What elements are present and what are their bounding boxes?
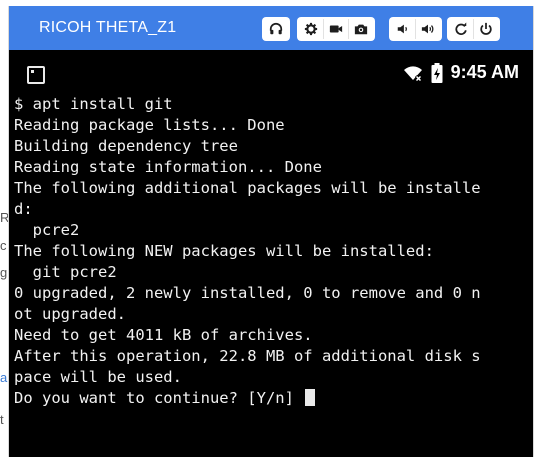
terminal-line: d:: [14, 200, 33, 218]
terminal-line: Building dependency tree: [14, 137, 238, 155]
status-bar: 9:45 AM: [9, 50, 533, 90]
terminal-line: 0 upgraded, 2 newly installed, 0 to remo…: [14, 284, 481, 302]
video-camera-icon: [329, 25, 343, 33]
rotate-button[interactable]: [449, 19, 473, 39]
camera-icon: [354, 24, 368, 35]
terminal-line: Need to get 4011 kB of archives.: [14, 326, 313, 344]
volume-up-button[interactable]: [415, 19, 440, 39]
terminal-line: git pcre2: [14, 263, 117, 281]
terminal-line: $ apt install git: [14, 95, 173, 113]
terminal-cursor: [305, 389, 316, 406]
device-button-group: [297, 17, 375, 41]
headphones-button[interactable]: [264, 19, 288, 39]
terminal-line: pace will be used.: [14, 368, 182, 386]
app-icon: [27, 66, 45, 84]
terminal-line: ot upgraded.: [14, 305, 126, 323]
terminal-prompt: Do you want to continue? [Y/n]: [14, 389, 304, 407]
background-text-fragment: R: [0, 210, 8, 225]
background-text-fragment: g: [0, 265, 8, 280]
screenshot-button[interactable]: [348, 19, 373, 39]
volume-down-button[interactable]: [391, 19, 415, 39]
wifi-off-icon: [403, 65, 422, 81]
terminal-line: After this operation, 22.8 MB of additio…: [14, 347, 481, 365]
power-button[interactable]: [473, 19, 498, 39]
background-text-fragment: c: [0, 238, 7, 253]
status-clock: 9:45 AM: [450, 62, 519, 82]
battery-charging-icon: [431, 62, 443, 83]
power-icon: [480, 22, 492, 35]
device-screen[interactable]: 9:45 AM $ apt install git Reading package…: [9, 50, 533, 457]
terminal-line: The following additional packages will b…: [14, 179, 481, 197]
audio-button-group: [262, 17, 290, 41]
terminal-line: pcre2: [14, 221, 80, 239]
gear-icon: [304, 22, 318, 36]
terminal-output[interactable]: $ apt install git Reading package lists..…: [14, 94, 529, 409]
record-video-button[interactable]: [323, 19, 348, 39]
volume-button-group: [389, 17, 442, 41]
background-text-fragment: t: [0, 412, 4, 427]
terminal-line: Reading package lists... Done: [14, 116, 285, 134]
volume-down-icon: [397, 24, 407, 34]
system-button-group: [447, 17, 500, 41]
volume-up-icon: [421, 24, 434, 34]
headphones-icon: [269, 22, 283, 35]
settings-button[interactable]: [299, 19, 323, 39]
terminal-line: Reading state information... Done: [14, 158, 322, 176]
terminal-prompt-line[interactable]: Do you want to continue? [Y/n]: [14, 388, 529, 409]
rotate-icon: [455, 22, 467, 35]
terminal-line: The following NEW packages will be insta…: [14, 242, 434, 260]
emulator-window: RICOH THETA_Z1 9:45 AM $ apt install git…: [8, 6, 534, 457]
background-link-fragment[interactable]: a: [0, 370, 8, 385]
title-bar: RICOH THETA_Z1: [9, 6, 533, 50]
window-title: RICOH THETA_Z1: [39, 19, 177, 36]
